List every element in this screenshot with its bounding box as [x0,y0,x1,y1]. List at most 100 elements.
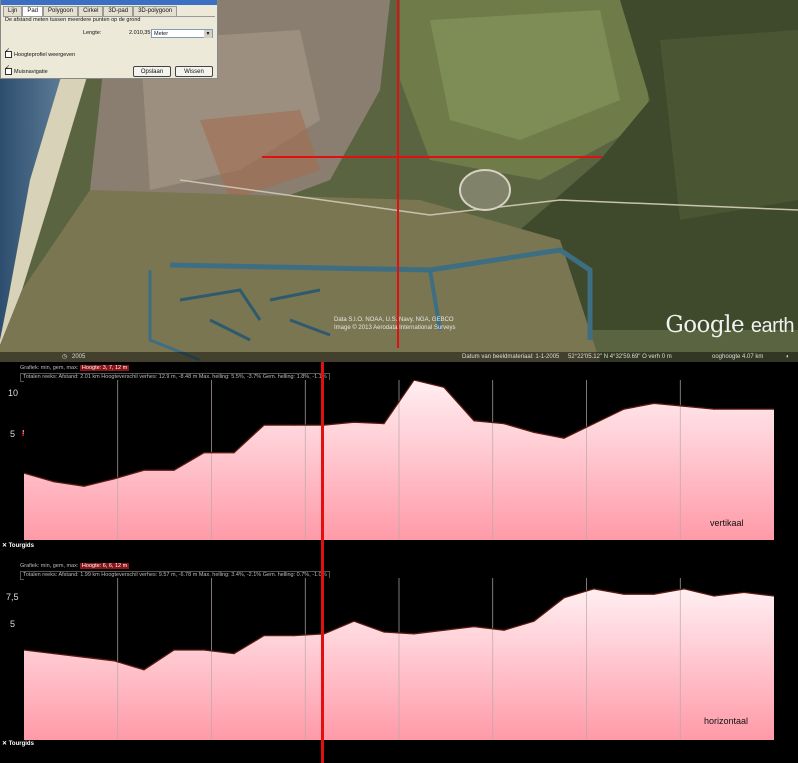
profile-point [173,469,175,471]
profile-point [233,452,235,454]
checkbox-checked-icon[interactable] [5,48,12,58]
tab-cirkel[interactable]: Cirkel [78,6,104,16]
map-view[interactable]: Lijn Pad Polygoon Cirkel 3D-pad 3D-polyg… [0,0,798,362]
length-value: 2.010,35 [129,30,151,36]
profile-point [173,649,175,651]
crosshair-vertical [397,0,399,348]
profile-point [113,660,115,662]
imagery-attribution: Data S.I.O. NOAA, U.S. Navy, NGA, GEBCO … [334,316,456,332]
google-earth-logo: Google earth [665,312,794,338]
height-highlight[interactable]: Hoogte: 3, 7, 12 m [79,365,130,371]
profile-point [503,423,505,425]
dialog-titlebar[interactable] [1,0,217,5]
profile-point [443,386,445,388]
profile-point [593,423,595,425]
profile-point [383,631,385,633]
profile-point [353,620,355,622]
profile-point [113,478,115,480]
profile-point [533,431,535,433]
profile-point [653,402,655,404]
show-profile-label: Hoogteprofiel weergeven [14,51,76,58]
profile-point [683,588,685,590]
profile-point [653,593,655,595]
profile-point [593,588,595,590]
tab-3d-pad[interactable]: 3D-pad [103,6,134,16]
profile-point [623,593,625,595]
profile-point [563,597,565,599]
profile-point [503,629,505,631]
height-highlight[interactable]: Hoogte: 6, 6, 12 m [79,563,130,569]
profile-point [263,424,265,426]
eye-altitude: ooghoogte 4.07 km [712,354,764,360]
profile-point [383,423,385,425]
profile-plot-horizontal[interactable] [24,578,774,740]
profile-point [263,635,265,637]
tab-pad[interactable]: Pad [22,6,44,16]
attribution-line-2: Image © 2013 Aerodata International Surv… [334,325,456,331]
profile-point [293,424,295,426]
graph-label: Grafiek: min, gem, max: [20,563,79,569]
logo-earth-text: earth [750,315,795,337]
profile-plot-vertical[interactable] [24,380,774,540]
tourgids-button[interactable]: ✕ Tourgids [2,542,34,549]
ruler-tabs: Lijn Pad Polygoon Cirkel 3D-pad 3D-polyg… [3,6,215,17]
profile-point [83,656,85,658]
profile-point [143,669,145,671]
attribution-line-1: Data S.I.O. NOAA, U.S. Navy, NGA, GEBCO [334,317,454,323]
y-tick-upper: 10 [8,388,19,398]
tourgids-label: Tourgids [8,543,34,549]
profile-point [413,633,415,635]
profile-label-vertikaal: vertikaal [710,518,744,528]
profile-point [473,626,475,628]
show-profile-checkbox[interactable]: Hoogteprofiel weergeven [5,48,76,59]
streaming-icon: ◐ [786,354,790,360]
mouse-nav-label: Muisnavigatie [14,68,48,75]
tab-polygoon[interactable]: Polygoon [43,6,79,16]
history-icon[interactable]: ◷ [62,352,67,362]
unit-select[interactable]: Meter ▼ [151,29,213,38]
length-label: Lengte: [83,30,102,36]
profile-point [623,408,625,410]
profile-position-cursor[interactable] [321,362,324,763]
profile-point [53,653,55,655]
mouse-nav-checkbox[interactable]: Muisnavigatie [5,65,48,76]
profile-point [53,481,55,483]
profile-point [83,485,85,487]
unit-select-value: Meter [154,31,169,37]
elevation-profile-horizontal: Grafiek: min, gem, max: Hoogte: 6, 6, 12… [0,552,798,763]
ruler-dialog: Lijn Pad Polygoon Cirkel 3D-pad 3D-polyg… [0,0,218,79]
imagery-date: Datum van beeldmateriaal: 1-1-2005 [462,354,560,360]
elevation-profile-vertical: Grafiek: min, gem, max: Hoogte: 3, 7, 12… [0,362,798,552]
profile-header: Grafiek: min, gem, max: Hoogte: 3, 7, 12… [20,365,130,372]
profile-point [203,649,205,651]
crosshair-horizontal [262,156,602,158]
checkbox-checked-icon[interactable] [5,65,12,75]
profile-point [353,421,355,423]
save-button[interactable]: Opslaan [133,66,171,77]
year-label: 2005 [72,354,86,360]
profile-point [713,595,715,597]
profile-point [443,629,445,631]
chevron-down-icon[interactable]: ▼ [204,30,212,38]
profile-header: Grafiek: min, gem, max: Hoogte: 6, 6, 12… [20,563,130,570]
y-tick-lower: 5 [10,429,16,439]
tab-lijn[interactable]: Lijn [3,6,23,16]
profile-point [563,437,565,439]
graph-label: Grafiek: min, gem, max: [20,365,79,371]
y-tick-lower: 5 [10,619,16,629]
profile-point [233,653,235,655]
tab-3d-polygoon[interactable]: 3D-polygoon [133,6,178,16]
tourgids-label: Tourgids [8,741,34,747]
profile-point [683,405,685,407]
y-tick-upper: 7,5 [6,592,19,602]
profile-point [293,635,295,637]
pointer-coordinates: 52°22'05.12" N 4°32'59.69" O verh 0 m [568,354,672,360]
status-bar: ◷ 2005 Datum van beeldmateriaal: 1-1-200… [0,352,798,362]
profile-point [713,408,715,410]
ruler-description: De afstand meten tussen meerdere punten … [5,17,141,23]
logo-google-text: Google [665,312,745,338]
profile-point [143,469,145,471]
profile-point [203,452,205,454]
tourgids-button[interactable]: ✕ Tourgids [2,740,34,747]
clear-button[interactable]: Wissen [175,66,213,77]
